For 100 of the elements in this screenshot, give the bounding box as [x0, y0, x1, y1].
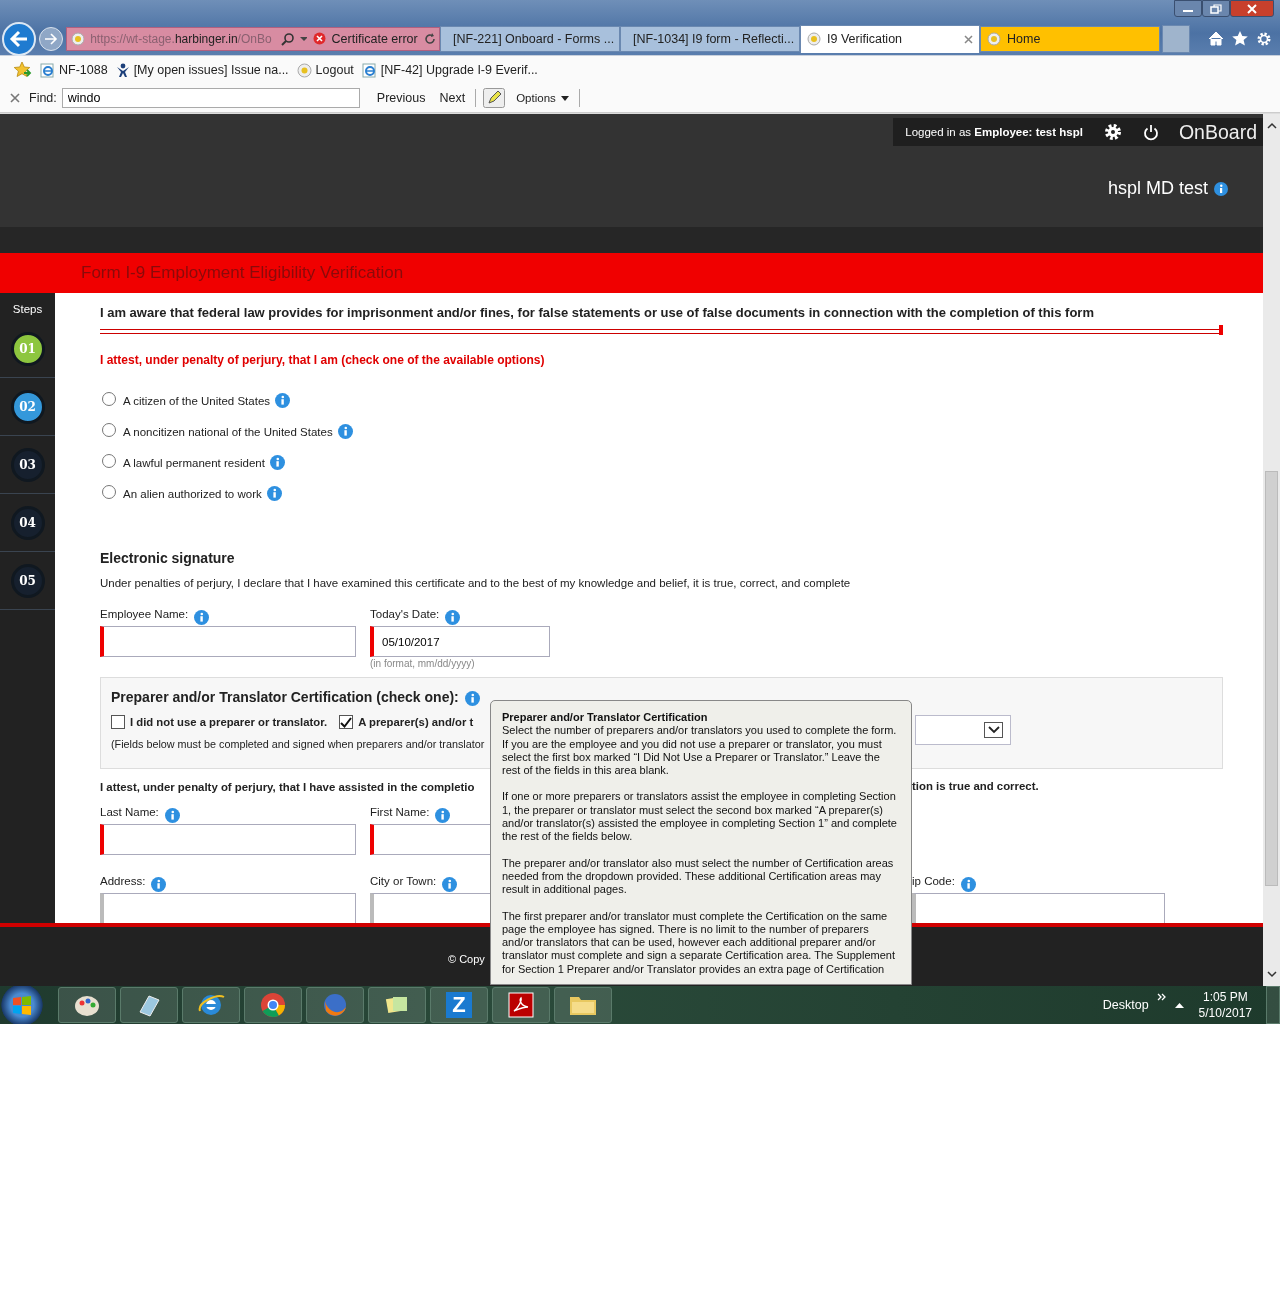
- taskbar-button[interactable]: [306, 987, 364, 1023]
- previous-button[interactable]: Previous: [369, 91, 433, 105]
- clock[interactable]: 1:05 PM 5/10/2017: [1198, 989, 1252, 1021]
- tricolor-circle-icon: [259, 991, 287, 1019]
- page-e-icon: [40, 62, 55, 78]
- section-heading: Electronic signature: [100, 550, 236, 566]
- section-heading: Preparer and/or Translator Certification (check one):: [111, 688, 459, 705]
- minimize-button[interactable]: [1174, 0, 1202, 17]
- employee-name-field[interactable]: [100, 626, 356, 657]
- address-bar[interactable]: https://wt-stage.harbinger.in/OnBo Certificate error: [66, 26, 440, 51]
- zip-code-field[interactable]: [912, 893, 1165, 923]
- favorites-star-icon[interactable]: [14, 62, 32, 78]
- error-icon: [313, 32, 326, 45]
- globe-icon: [321, 991, 349, 1019]
- favorite-link[interactable]: NF-1088: [40, 62, 108, 78]
- close-button[interactable]: [1230, 0, 1274, 17]
- field-label: Last Name:: [100, 806, 159, 818]
- date-field[interactable]: 05/10/2017: [370, 626, 550, 657]
- taskbar-button[interactable]: [492, 987, 550, 1023]
- close-icon[interactable]: [10, 93, 20, 103]
- format-hint: (in format, mm/dd/yyyy): [370, 658, 476, 669]
- power-icon[interactable]: [1142, 123, 1159, 141]
- browser-tab[interactable]: [NF-1034] I9 form - Reflecti...: [620, 25, 800, 52]
- refresh-icon[interactable]: [423, 32, 435, 45]
- taskbar-button[interactable]: [244, 987, 302, 1023]
- close-icon[interactable]: [964, 34, 973, 44]
- option-label: A citizen of the United States: [123, 394, 271, 407]
- form-title: Form I-9 Employment Eligibility Verification: [81, 263, 404, 283]
- search-icon[interactable]: [280, 31, 294, 46]
- radio-button[interactable]: [102, 391, 116, 406]
- scroll-down-icon[interactable]: [1266, 971, 1277, 978]
- taskbar-button[interactable]: Z: [430, 987, 488, 1023]
- windows-logo-icon: [11, 994, 33, 1016]
- address-url: https://wt-stage.harbinger.in/OnBo: [90, 31, 273, 46]
- scroll-up-icon[interactable]: [1266, 122, 1277, 129]
- field-label: Employee Name:: [100, 608, 189, 620]
- options-button[interactable]: Options: [509, 88, 576, 108]
- logged-in-text: Logged in as Employee: test hspl: [905, 126, 1083, 138]
- star-icon[interactable]: [1232, 30, 1248, 46]
- arrow-left-icon: [9, 29, 29, 48]
- checkbox[interactable]: [339, 715, 354, 729]
- arrow-right-icon: [44, 32, 58, 45]
- info-icon[interactable]: [1214, 181, 1228, 196]
- scrollbar[interactable]: [1263, 114, 1280, 986]
- step-badge[interactable]: 05: [10, 563, 45, 598]
- tooltip-paragraph: Select the number of preparers and/or translators you used to complete the form. If you are the employee and you did not use a preparer or translator, you must select the first box marked “I Did Not Use a Preparer or Translator.” Leave the rest of the fields in this area blank.: [502, 724, 898, 778]
- taskbar-button[interactable]: [554, 987, 612, 1023]
- field-label: Address:: [100, 875, 146, 887]
- favorite-link[interactable]: [NF-42] Upgrade I-9 Everif...: [361, 62, 538, 78]
- favorite-link[interactable]: Logout: [296, 62, 354, 78]
- back-button[interactable]: [2, 21, 36, 56]
- taskbar-button[interactable]: [182, 987, 240, 1023]
- page-e-icon: [361, 62, 377, 78]
- tooltip-paragraph: If one or more preparers or translators assist the employee in completing Section 1, the preparer or translator must select the second box marked “A preparer(s) and/or translator(s) assisted the employee in completing Section 1” and complete the rest of the fields below.: [502, 790, 898, 844]
- radio-button[interactable]: [102, 484, 116, 499]
- favorite-link[interactable]: [My open issues] Issue na...: [115, 63, 289, 77]
- attestation-text: I attest, under penalty of perjury, that I am (check one of the available options): [100, 353, 546, 367]
- brand-name[interactable]: OnBoard: [1178, 120, 1257, 144]
- name-field[interactable]: [100, 824, 356, 855]
- find-label: Find:: [29, 91, 57, 105]
- count-dropdown[interactable]: [915, 715, 1011, 745]
- field-label: Today's Date:: [370, 608, 440, 620]
- caret-icon[interactable]: [1174, 1002, 1184, 1008]
- taskbar-button[interactable]: [120, 987, 178, 1023]
- copyright-text: © Copy: [448, 953, 485, 965]
- radio-button[interactable]: [102, 453, 116, 468]
- highlighter-icon[interactable]: [483, 88, 506, 108]
- forward-button[interactable]: [39, 26, 63, 51]
- certificate-error-text[interactable]: Certificate error: [331, 31, 418, 46]
- settings-icon[interactable]: [1102, 122, 1123, 142]
- step-badge[interactable]: 04: [10, 505, 45, 540]
- radio-button[interactable]: [102, 422, 116, 437]
- restore-icon: [1210, 3, 1222, 14]
- restore-button[interactable]: [1202, 0, 1230, 17]
- browser-tab[interactable]: [NF-221] Onboard - Forms ...: [440, 25, 620, 52]
- option-label: A lawful permanent resident: [123, 456, 265, 469]
- start-button[interactable]: [0, 986, 44, 1024]
- find-field[interactable]: windo: [61, 88, 360, 108]
- browser-tab[interactable]: Home: [980, 25, 1160, 52]
- taskbar-button[interactable]: [368, 987, 426, 1023]
- next-button[interactable]: Next: [432, 91, 473, 105]
- checkbox[interactable]: [111, 715, 125, 729]
- step-badge[interactable]: 03: [10, 447, 45, 482]
- option-label: An alien authorized to work: [123, 487, 262, 500]
- company-name: hspl MD test: [1107, 178, 1208, 199]
- chevron-icon[interactable]: [1156, 993, 1167, 1001]
- browser-tab[interactable]: I9 Verification: [800, 24, 980, 53]
- document-icon: [508, 992, 534, 1018]
- checkbox-label: A preparer(s) and/or t: [358, 716, 474, 728]
- figure-icon: [115, 63, 130, 77]
- desktop-label[interactable]: Desktop: [1102, 998, 1149, 1012]
- home-icon[interactable]: [1208, 30, 1224, 46]
- note-text: (Fields below must be completed and signed when preparers and/or translator: [111, 738, 485, 750]
- checkbox-label: I did not use a preparer or translator.: [130, 716, 328, 728]
- address-field[interactable]: [100, 893, 356, 923]
- taskbar-button[interactable]: [58, 987, 116, 1023]
- new-tab-button[interactable]: [1162, 24, 1190, 53]
- attestation-text: I attest, under penalty of perjury, that I have assisted in the completio: [100, 781, 475, 793]
- field-label: First Name:: [370, 806, 430, 818]
- tooltip-paragraph: The preparer and/or translator also must select the number of Certification areas needed from the dropdown provided. These additional Certification areas may result in additional pages.: [502, 856, 895, 897]
